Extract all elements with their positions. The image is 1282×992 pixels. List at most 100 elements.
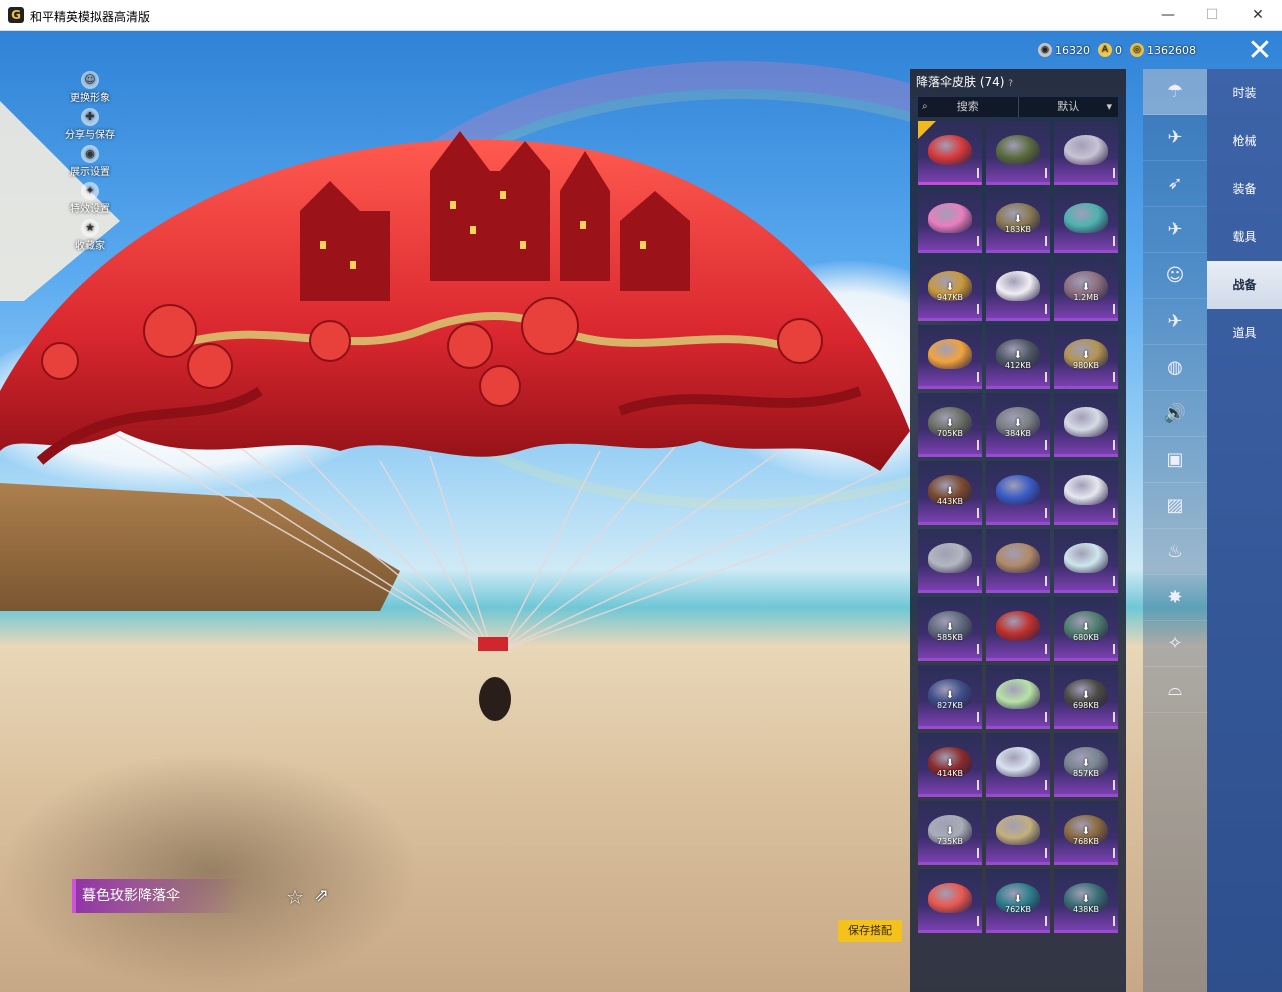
- skin-tile[interactable]: [986, 597, 1050, 661]
- parachute-thumbnail: [996, 747, 1040, 777]
- skin-tile[interactable]: 735KB: [918, 801, 982, 865]
- skin-tile[interactable]: 762KB: [986, 869, 1050, 933]
- download-size: 183KB: [986, 215, 1050, 234]
- helmet-icon[interactable]: ⌓: [1143, 667, 1207, 713]
- share-icon[interactable]: ⇗: [314, 885, 329, 906]
- badge-icon[interactable]: ▣: [1143, 437, 1207, 483]
- skin-tile[interactable]: [918, 325, 982, 389]
- trophy-icon: ★: [81, 219, 99, 237]
- selected-check-icon: [918, 121, 936, 139]
- spray-icon[interactable]: ♨: [1143, 529, 1207, 575]
- tab-3[interactable]: 载具: [1207, 213, 1282, 261]
- skin-tile[interactable]: [986, 733, 1050, 797]
- window-close-button[interactable]: ✕: [1238, 4, 1278, 26]
- glider-icon[interactable]: ✈: [1143, 115, 1207, 161]
- skin-tile[interactable]: [1054, 461, 1118, 525]
- skin-tile[interactable]: 414KB: [918, 733, 982, 797]
- panel-header: 降落伞皮肤 (74) ?: [910, 69, 1126, 95]
- tile-indicator: [1045, 440, 1047, 450]
- tab-0[interactable]: 时装: [1207, 69, 1282, 117]
- pumpkin-icon[interactable]: ◍: [1143, 345, 1207, 391]
- skin-tile[interactable]: 698KB: [1054, 665, 1118, 729]
- skin-tile[interactable]: [986, 529, 1050, 593]
- skin-tile[interactable]: 680KB: [1054, 597, 1118, 661]
- wand-icon[interactable]: ✧: [1143, 621, 1207, 667]
- skin-tile[interactable]: [986, 257, 1050, 321]
- download-size: 438KB: [1054, 895, 1118, 914]
- tab-1[interactable]: 枪械: [1207, 117, 1282, 165]
- favorite-star-icon[interactable]: ☆: [286, 885, 304, 909]
- skin-tile[interactable]: [986, 461, 1050, 525]
- skin-tile[interactable]: 827KB: [918, 665, 982, 729]
- currency-bar: ◉ 16320 A 0 ◎ 1362608: [1038, 41, 1196, 59]
- change-appearance-button[interactable]: ☺ 更换形象: [60, 71, 120, 108]
- palm-shadow: [0, 751, 420, 991]
- sound-icon[interactable]: 🔊: [1143, 391, 1207, 437]
- left-menu: ☺ 更换形象 ✚ 分享与保存 ◉ 展示设置 ✦ 特效设置 ★ 收藏家: [60, 71, 120, 256]
- tab-2[interactable]: 装备: [1207, 165, 1282, 213]
- skin-tile[interactable]: [986, 121, 1050, 185]
- tile-indicator: [1113, 916, 1115, 926]
- skin-tile[interactable]: 443KB: [918, 461, 982, 525]
- tile-indicator: [1045, 712, 1047, 722]
- effects-settings-button[interactable]: ✦ 特效设置: [60, 182, 120, 219]
- minimize-button[interactable]: —: [1148, 4, 1188, 26]
- parachute-thumbnail: [996, 611, 1040, 641]
- skin-tile[interactable]: [986, 801, 1050, 865]
- skin-tile[interactable]: 585KB: [918, 597, 982, 661]
- skin-tile[interactable]: 980KB: [1054, 325, 1118, 389]
- parachute-thumbnail: [928, 543, 972, 573]
- currency-value: 0: [1115, 43, 1122, 57]
- tile-indicator: [977, 304, 979, 314]
- save-outfit-button[interactable]: 保存搭配: [838, 920, 902, 942]
- skin-tile[interactable]: 768KB: [1054, 801, 1118, 865]
- maximize-button[interactable]: ☐: [1192, 4, 1232, 26]
- skin-tile[interactable]: [918, 869, 982, 933]
- photo-icon[interactable]: ▨: [1143, 483, 1207, 529]
- jet-icon[interactable]: ✈: [1143, 207, 1207, 253]
- sort-dropdown[interactable]: 默认 ▾: [1017, 97, 1119, 117]
- search-input[interactable]: ⌕ 搜索: [918, 97, 1018, 117]
- collector-button[interactable]: ★ 收藏家: [60, 219, 120, 256]
- skin-tile[interactable]: [1054, 121, 1118, 185]
- skin-tile[interactable]: 412KB: [986, 325, 1050, 389]
- skin-tile[interactable]: 947KB: [918, 257, 982, 321]
- item-name-badge: 暮色玫影降落伞: [72, 879, 244, 913]
- skin-tile[interactable]: [1054, 529, 1118, 593]
- skin-tile[interactable]: 1.2MB: [1054, 257, 1118, 321]
- skin-tile[interactable]: [918, 121, 982, 185]
- skin-tile[interactable]: 438KB: [1054, 869, 1118, 933]
- tile-indicator: [1045, 168, 1047, 178]
- skin-tile[interactable]: 857KB: [1054, 733, 1118, 797]
- parachute-skin-panel: 降落伞皮肤 (74) ? ⌕ 搜索 默认 ▾ 183KB 947KB 1.2MB 41…: [910, 69, 1126, 992]
- skin-tile[interactable]: 705KB: [918, 393, 982, 457]
- download-size: 1.2MB: [1054, 283, 1118, 302]
- share-save-button[interactable]: ✚ 分享与保存: [60, 108, 120, 145]
- tile-indicator: [1045, 304, 1047, 314]
- parachute-thumbnail: [928, 883, 972, 913]
- skin-tile[interactable]: [1054, 393, 1118, 457]
- skin-tile[interactable]: 384KB: [986, 393, 1050, 457]
- skin-tile[interactable]: [918, 189, 982, 253]
- close-button[interactable]: ✕: [1238, 31, 1282, 71]
- parachute-canopy: [0, 131, 910, 471]
- parachute-thumbnail: [928, 203, 972, 233]
- sparkle-icon[interactable]: ✸: [1143, 575, 1207, 621]
- tile-indicator: [977, 372, 979, 382]
- skin-tile[interactable]: 183KB: [986, 189, 1050, 253]
- parachute-thumbnail: [928, 135, 972, 165]
- aircraft-icon[interactable]: ✈: [1143, 299, 1207, 345]
- skin-tile[interactable]: [986, 665, 1050, 729]
- tile-indicator: [1045, 372, 1047, 382]
- skin-tile[interactable]: [918, 529, 982, 593]
- tab-5[interactable]: 道具: [1207, 309, 1282, 357]
- download-size: 705KB: [918, 419, 982, 438]
- plane-icon[interactable]: ➶: [1143, 161, 1207, 207]
- emote-icon[interactable]: ☺: [1143, 253, 1207, 299]
- help-icon[interactable]: ?: [1008, 79, 1013, 89]
- tile-indicator: [977, 508, 979, 518]
- skin-tile[interactable]: [1054, 189, 1118, 253]
- parachute-icon[interactable]: ☂: [1143, 69, 1207, 115]
- tab-4[interactable]: 战备: [1207, 261, 1282, 309]
- display-settings-button[interactable]: ◉ 展示设置: [60, 145, 120, 182]
